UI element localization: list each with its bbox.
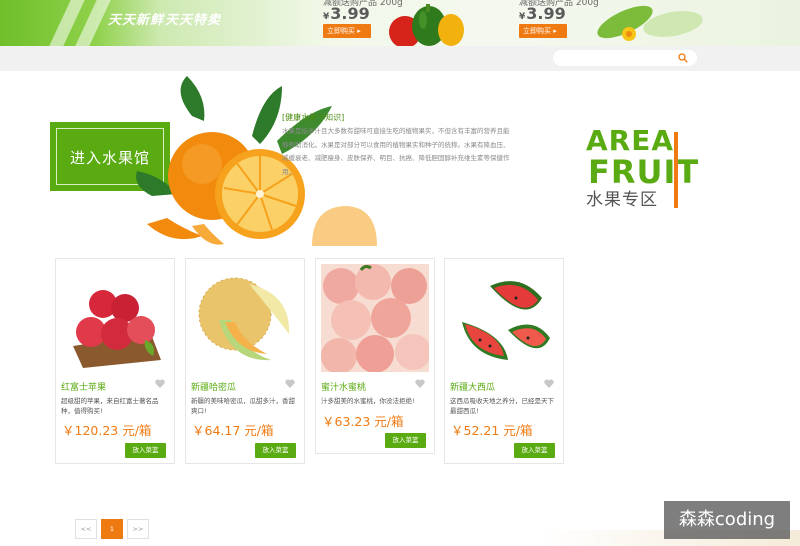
bell-peppers-image	[389, 4, 464, 46]
watermelon-image	[450, 264, 558, 372]
banner-deal-zucchini: 减额送购产品 200g ¥3.99 立即购买 ▸	[519, 0, 719, 46]
product-description: 超级甜的苹果，来自红富士著名品种，值得购买!	[61, 397, 159, 415]
add-to-basket-button[interactable]: 放入菜篮	[514, 443, 555, 458]
heart-icon[interactable]	[155, 379, 165, 388]
fruit-heading: FRUIT	[588, 153, 700, 191]
product-price: ￥52.21 元/箱	[451, 423, 533, 438]
fruit-tips-title: [健康水果小知识]	[282, 113, 345, 122]
product-card-apple[interactable]: 红富士苹果 超级甜的苹果，来自红富士著名品种，值得购买! ￥120.23 元/箱…	[55, 258, 175, 464]
add-to-basket-button[interactable]: 放入菜篮	[125, 443, 166, 458]
deal-price: ¥3.99	[519, 4, 566, 23]
banner-deal-peppers: 减额送购产品 200g ¥3.99 立即购买 ▸	[323, 0, 523, 46]
heart-icon[interactable]	[285, 379, 295, 388]
heart-icon[interactable]	[415, 379, 425, 388]
zucchini-image	[597, 5, 703, 41]
apple-image	[61, 264, 169, 372]
pagination-page-1[interactable]: 1	[101, 519, 123, 539]
peach-image	[321, 264, 429, 372]
product-description: 新疆的美味哈密瓜，瓜甜多汁，香甜爽口!	[191, 397, 295, 415]
area-heading: AREA	[586, 124, 675, 157]
product-name: 蜜汁水蜜桃	[321, 383, 367, 393]
melon-image	[191, 264, 299, 372]
product-card-melon[interactable]: 新疆哈密瓜 新疆的美味哈密瓜，瓜甜多汁，香甜爽口! ￥64.17 元/箱 放入菜…	[185, 258, 305, 464]
heading-accent-bar	[674, 132, 678, 208]
product-price: ￥64.17 元/箱	[192, 423, 274, 438]
add-to-basket-button[interactable]: 放入菜篮	[255, 443, 296, 458]
product-name: 红富士苹果	[61, 383, 107, 393]
product-name: 新疆哈密瓜	[191, 383, 237, 393]
pagination-prev-button[interactable]: <<	[75, 519, 97, 539]
pagination-next-button[interactable]: >>	[127, 519, 149, 539]
search-bar-strip	[0, 46, 800, 71]
banner-slogan-sale: 天天特卖	[165, 13, 222, 28]
banner-slogan-fresh: 天天新鲜	[108, 13, 165, 28]
product-card-peach[interactable]: 蜜汁水蜜桃 汁多甜美的水蜜桃，你没法拒绝! ￥63.23 元/箱 放入菜篮	[315, 258, 435, 454]
search-input[interactable]	[553, 50, 697, 66]
deal-price: ¥3.99	[323, 4, 370, 23]
heart-icon[interactable]	[544, 379, 554, 388]
product-price: ￥63.23 元/箱	[322, 414, 404, 429]
fruit-zone-heading: 水果专区	[586, 190, 658, 210]
product-card-watermelon[interactable]: 新疆大西瓜 这西瓜吸收天地之养分，已经是天下最甜西瓜! ￥52.21 元/箱 放…	[444, 258, 564, 464]
product-name: 新疆大西瓜	[450, 383, 496, 393]
buy-now-button[interactable]: 立即购买 ▸	[323, 24, 371, 38]
search-icon[interactable]	[678, 53, 688, 63]
product-description: 汁多甜美的水蜜桃，你没法拒绝!	[321, 397, 415, 405]
buy-now-button[interactable]: 立即购买 ▸	[519, 24, 567, 38]
fruit-tips-body: 水果是指多汁且大多数有甜味可直接生吃的植物果实，不但含有丰富的营养且能够帮助消化…	[282, 127, 510, 176]
product-price: ￥120.23 元/箱	[62, 423, 152, 438]
add-to-basket-button[interactable]: 放入菜篮	[385, 433, 426, 448]
watermark-label: 森森coding	[664, 501, 790, 539]
product-description: 这西瓜吸收天地之养分，已经是天下最甜西瓜!	[450, 397, 554, 415]
promo-banner: 天天新鲜 天天特卖 减额送购产品 200g ¥3.99 立即购买 ▸ 减额送购产…	[0, 0, 800, 46]
